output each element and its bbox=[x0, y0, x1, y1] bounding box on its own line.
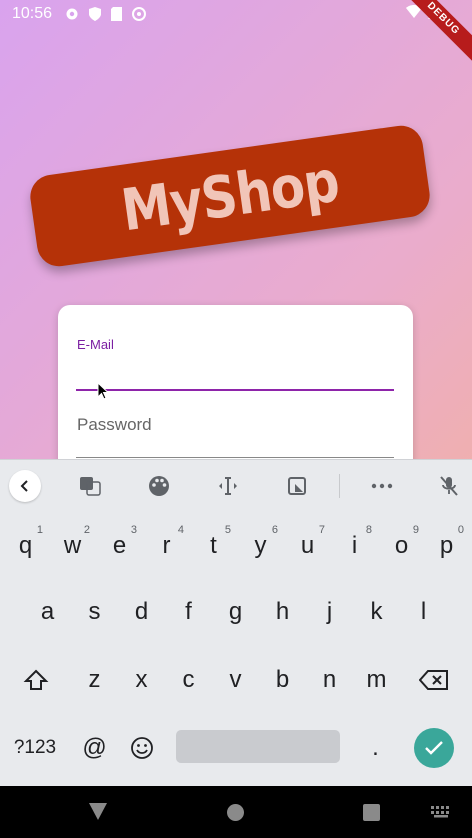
back-arrow-icon bbox=[20, 480, 28, 492]
soft-keyboard: q1 w2 e3 r4 t5 y6 u7 i8 o9 p0 a s d f g … bbox=[0, 459, 472, 786]
navigation-bar bbox=[0, 786, 472, 838]
sync-icon bbox=[132, 6, 147, 21]
nav-home-button[interactable] bbox=[227, 804, 244, 821]
sd-card-icon bbox=[111, 6, 123, 21]
theme-button[interactable] bbox=[148, 475, 170, 497]
key-w[interactable]: w2 bbox=[49, 520, 96, 572]
key-d[interactable]: d bbox=[118, 586, 165, 638]
status-time: 10:56 bbox=[12, 4, 53, 22]
more-button[interactable] bbox=[371, 475, 393, 497]
auth-card: E-Mail Password bbox=[58, 305, 413, 485]
gear-icon bbox=[66, 8, 78, 19]
key-n[interactable]: n bbox=[306, 654, 353, 706]
key-l[interactable]: l bbox=[400, 586, 447, 638]
translate-button[interactable] bbox=[79, 475, 101, 497]
key-v[interactable]: v bbox=[212, 654, 259, 706]
voice-input-button[interactable] bbox=[438, 475, 460, 497]
period-key[interactable]: . bbox=[352, 722, 399, 774]
key-s[interactable]: s bbox=[71, 586, 118, 638]
key-j[interactable]: j bbox=[306, 586, 353, 638]
symbols-key[interactable]: ?123 bbox=[6, 722, 64, 774]
backspace-key[interactable] bbox=[410, 654, 457, 706]
more-icon bbox=[371, 483, 393, 489]
nav-recents-button[interactable] bbox=[363, 804, 380, 821]
key-m[interactable]: m bbox=[353, 654, 400, 706]
key-c[interactable]: c bbox=[165, 654, 212, 706]
key-f[interactable]: f bbox=[165, 586, 212, 638]
key-e[interactable]: e3 bbox=[96, 520, 143, 572]
check-icon bbox=[425, 741, 443, 755]
nav-back-button[interactable] bbox=[89, 803, 107, 821]
logo-text: MyShop bbox=[117, 147, 343, 245]
key-y[interactable]: y6 bbox=[237, 520, 284, 572]
mouse-cursor-icon bbox=[97, 382, 109, 400]
space-key[interactable] bbox=[176, 730, 340, 763]
key-b[interactable]: b bbox=[259, 654, 306, 706]
palette-icon bbox=[149, 476, 169, 496]
key-q[interactable]: q1 bbox=[2, 520, 49, 572]
key-u[interactable]: u7 bbox=[284, 520, 331, 572]
mic-off-icon bbox=[440, 476, 458, 496]
text-cursor-icon bbox=[219, 477, 237, 495]
key-i[interactable]: i8 bbox=[331, 520, 378, 572]
emoji-key[interactable] bbox=[118, 722, 165, 774]
status-icons bbox=[64, 6, 147, 22]
keyboard-toolbar bbox=[0, 460, 472, 512]
at-key[interactable]: @ bbox=[71, 722, 118, 774]
password-field[interactable]: Password bbox=[77, 415, 152, 435]
enter-key[interactable] bbox=[414, 728, 454, 768]
key-a[interactable]: a bbox=[24, 586, 71, 638]
key-p[interactable]: p0 bbox=[423, 520, 470, 572]
shift-icon bbox=[23, 669, 48, 690]
keyboard-collapse-button[interactable] bbox=[9, 470, 41, 502]
key-o[interactable]: o9 bbox=[378, 520, 425, 572]
email-field-label: E-Mail bbox=[77, 337, 114, 352]
status-bar: 10:56 DEBUG bbox=[0, 0, 472, 65]
shield-icon bbox=[89, 6, 102, 21]
key-z[interactable]: z bbox=[71, 654, 118, 706]
keyboard-switch-icon[interactable] bbox=[431, 806, 453, 818]
key-r[interactable]: r4 bbox=[143, 520, 190, 572]
clipboard-button[interactable] bbox=[286, 475, 308, 497]
email-field[interactable] bbox=[76, 389, 394, 391]
password-field-underline bbox=[76, 457, 394, 458]
emoji-icon bbox=[130, 737, 153, 759]
translate-icon bbox=[80, 477, 101, 496]
key-k[interactable]: k bbox=[353, 586, 400, 638]
key-x[interactable]: x bbox=[118, 654, 165, 706]
backspace-icon bbox=[418, 670, 448, 690]
clipboard-icon bbox=[288, 477, 306, 495]
key-g[interactable]: g bbox=[212, 586, 259, 638]
logo-badge: MyShop bbox=[27, 122, 433, 270]
key-t[interactable]: t5 bbox=[190, 520, 237, 572]
shift-key[interactable] bbox=[12, 654, 59, 706]
toolbar-divider bbox=[339, 474, 340, 498]
key-h[interactable]: h bbox=[259, 586, 306, 638]
text-editing-button[interactable] bbox=[217, 475, 239, 497]
